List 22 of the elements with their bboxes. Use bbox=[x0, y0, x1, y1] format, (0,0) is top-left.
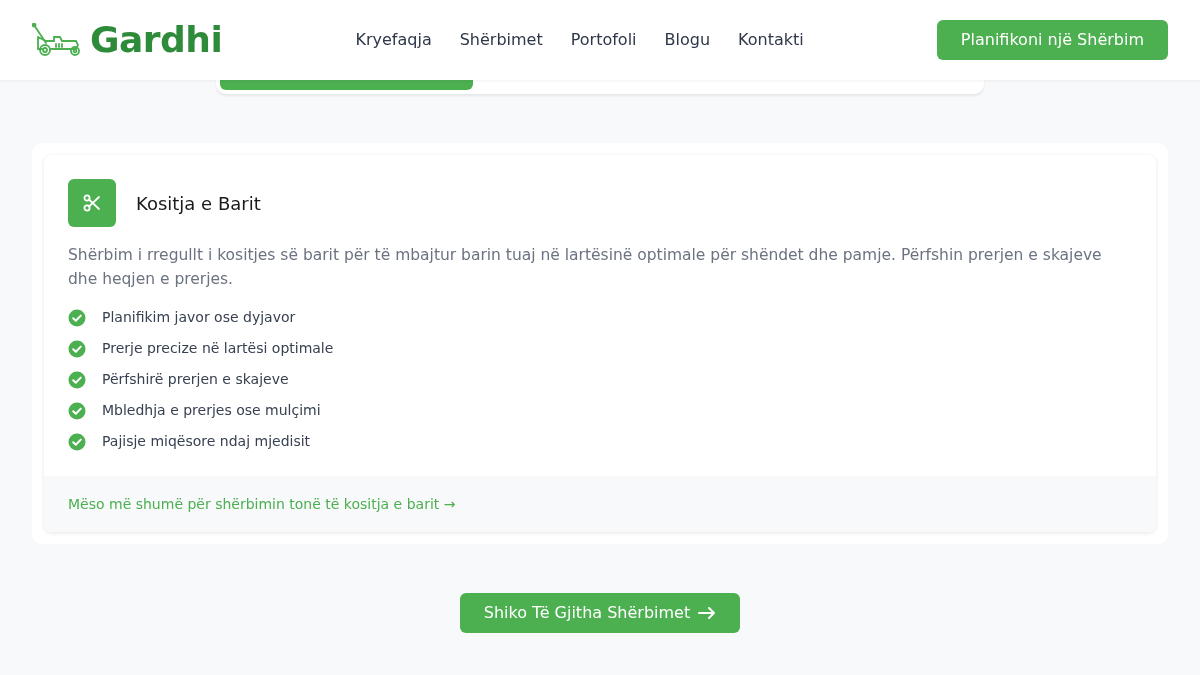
check-circle-icon bbox=[68, 401, 86, 420]
tab[interactable] bbox=[220, 80, 474, 90]
service-description: Shërbim i rregullt i kositjes së barit për të mbajtur barin tuaj në lartësinë optimale për shëndet dhe pamje. Përfshin prerjen e skajeve dhe heqjen e prerjes. bbox=[68, 245, 1103, 290]
arrow-right-icon bbox=[698, 606, 717, 620]
nav-link[interactable]: Shërbimet bbox=[445, 28, 557, 52]
scissors-icon bbox=[82, 193, 102, 213]
check-circle-icon bbox=[68, 370, 86, 389]
nav-link[interactable]: Blogu bbox=[650, 28, 725, 52]
feature-text: Prerje precize në lartësi optimale bbox=[102, 339, 334, 358]
nav-link[interactable]: Kryefaqja bbox=[341, 28, 446, 52]
feature-text: Përfshirë prerjen e skajeve bbox=[102, 370, 289, 389]
check-circle-icon bbox=[68, 308, 86, 327]
nav-link[interactable]: Kontakti bbox=[724, 28, 818, 52]
check-circle-icon bbox=[68, 339, 86, 358]
feature-text: Planifikim javor ose dyjavor bbox=[102, 308, 296, 327]
check-circle-icon bbox=[68, 432, 86, 451]
feature-text: Pajisje miqësore ndaj mjedisit bbox=[102, 432, 311, 451]
service-title: Kositja e Barit bbox=[136, 191, 261, 216]
feature-text: Mbledhja e prerjes ose mulçimi bbox=[102, 401, 321, 420]
brand-name[interactable]: Gardhi bbox=[90, 13, 223, 67]
lawn-mower-icon bbox=[32, 23, 82, 57]
nav-link[interactable]: Portofoli bbox=[556, 28, 651, 52]
